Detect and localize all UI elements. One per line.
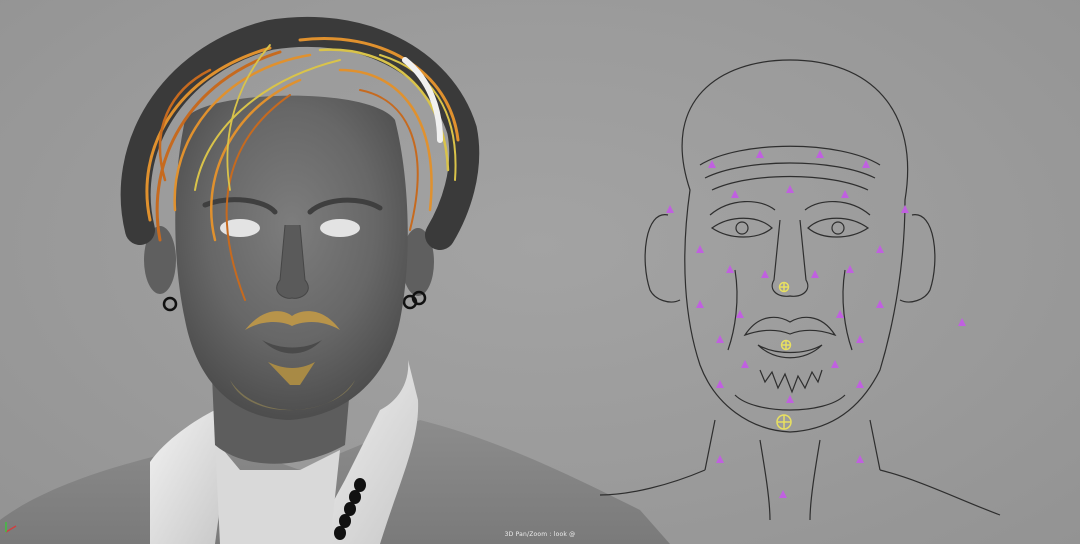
rig-controls[interactable] [666,150,966,498]
right-eye [320,219,360,237]
3d-viewport[interactable]: 3D Pan/Zoom : look @ [0,0,1080,544]
rig-left-ear [644,214,681,303]
skull-outline [681,59,909,433]
rig-neck [704,419,881,471]
viewport-canvas[interactable] [0,0,1080,544]
rig-right-ear [899,214,936,303]
rig-shoulders [599,469,1001,516]
rig-nose [771,219,809,297]
shaded-head-model[interactable] [0,16,670,544]
shirt-collar-left [150,410,225,544]
facial-rig-wireframe[interactable] [599,59,1001,521]
rig-joint-markers[interactable] [776,281,792,430]
left-earring [162,296,178,312]
viewport-status-text: 3D Pan/Zoom : look @ [504,531,576,538]
